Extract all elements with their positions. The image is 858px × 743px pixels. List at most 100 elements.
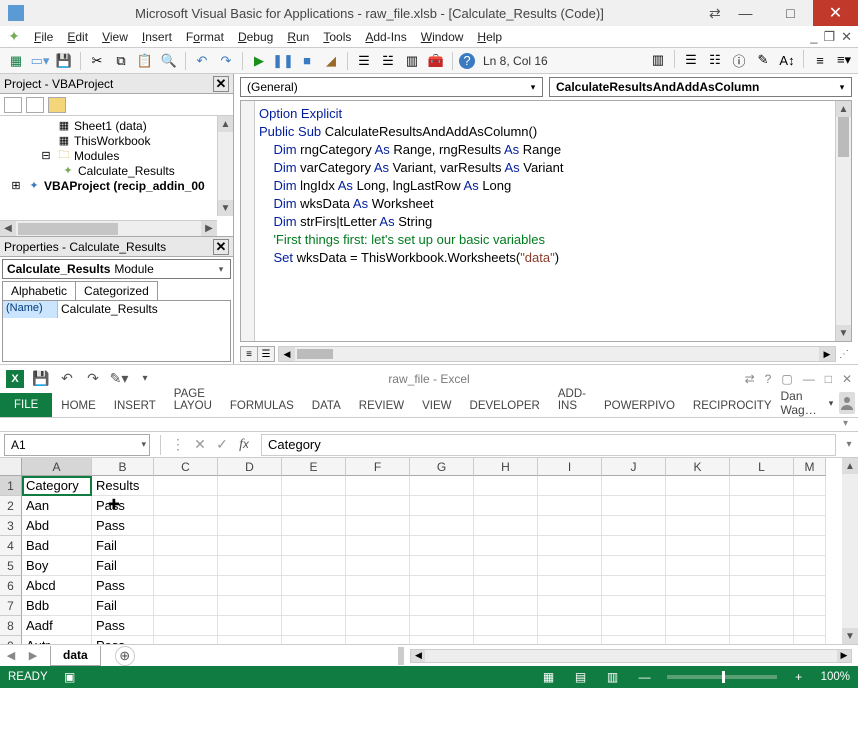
project-tree[interactable]: ▦Sheet1 (data) ▦ThisWorkbook ⊟🗀Modules ✦…: [0, 116, 233, 236]
cell[interactable]: [602, 616, 666, 636]
quick-info-icon[interactable]: ⓘ: [729, 50, 749, 70]
cell[interactable]: [474, 616, 538, 636]
mdi-minimize-button[interactable]: _: [810, 29, 817, 45]
cell[interactable]: [218, 496, 282, 516]
view-code-icon[interactable]: [4, 97, 22, 113]
ribbon-tab-data[interactable]: DATA: [303, 394, 350, 417]
cell[interactable]: [282, 496, 346, 516]
column-header[interactable]: G: [410, 458, 474, 476]
size-grip-icon[interactable]: ⋰: [836, 349, 852, 360]
scroll-right-icon[interactable]: ▶: [201, 221, 217, 236]
menu-view[interactable]: View: [96, 28, 136, 46]
project-panel-header[interactable]: Project - VBAProject ✕: [0, 74, 233, 94]
design-mode-icon[interactable]: ◢: [321, 51, 341, 71]
mdi-close-button[interactable]: ✕: [841, 29, 852, 45]
run-icon[interactable]: ▶: [249, 51, 269, 71]
undo-icon[interactable]: ↶: [192, 51, 212, 71]
cell[interactable]: [794, 496, 826, 516]
cell[interactable]: Pass: [92, 616, 154, 636]
cell[interactable]: [602, 556, 666, 576]
cell[interactable]: [218, 636, 282, 644]
ribbon-tab-file[interactable]: FILE: [0, 393, 52, 417]
avatar[interactable]: [839, 392, 855, 414]
scroll-left-icon[interactable]: ◀: [0, 221, 16, 236]
parameter-info-icon[interactable]: ✎: [753, 50, 773, 70]
indent-icon[interactable]: ≡: [810, 50, 830, 70]
cell[interactable]: [282, 576, 346, 596]
cell[interactable]: Pass: [92, 576, 154, 596]
sheet-tab-data[interactable]: data: [50, 646, 101, 666]
select-all-button[interactable]: [0, 458, 22, 476]
cell[interactable]: [346, 576, 410, 596]
cell[interactable]: [538, 476, 602, 496]
sheet-nav-last-icon[interactable]: ▶: [24, 647, 42, 665]
properties-tab-categorized[interactable]: Categorized: [75, 281, 158, 300]
scroll-right-icon[interactable]: ▶: [837, 650, 851, 662]
name-box[interactable]: A1 ▾: [4, 434, 150, 456]
zoom-out-icon[interactable]: —: [635, 670, 655, 684]
cell[interactable]: Fail: [92, 596, 154, 616]
cell[interactable]: [730, 496, 794, 516]
row-header[interactable]: 6: [0, 576, 22, 596]
view-object-icon[interactable]: [26, 97, 44, 113]
cell[interactable]: Aadf: [22, 616, 92, 636]
menu-tools[interactable]: Tools: [317, 28, 359, 46]
properties-object-combo[interactable]: Calculate_Results Module ▾: [2, 259, 231, 279]
cell[interactable]: [602, 516, 666, 536]
cell[interactable]: [794, 476, 826, 496]
cell[interactable]: [730, 536, 794, 556]
scroll-down-icon[interactable]: ▼: [836, 325, 851, 341]
view-pagebreak-icon[interactable]: ▥: [603, 670, 623, 684]
properties-grid[interactable]: (Name) Calculate_Results: [2, 300, 231, 362]
cell[interactable]: [538, 616, 602, 636]
excel-app-icon[interactable]: X: [6, 370, 24, 388]
ribbon-tab-formulas[interactable]: FORMULAS: [221, 394, 303, 417]
copy-icon[interactable]: ⧉: [111, 51, 131, 71]
cell[interactable]: [666, 576, 730, 596]
expand-formula-bar-icon[interactable]: ▾: [840, 439, 858, 450]
properties-tab-alphabetic[interactable]: Alphabetic: [2, 281, 76, 300]
cell[interactable]: [218, 616, 282, 636]
ribbon-tab-insert[interactable]: INSERT: [105, 394, 165, 417]
cell[interactable]: [218, 556, 282, 576]
project-node-addin[interactable]: VBAProject (recip_addin_00: [44, 179, 205, 193]
formula-input[interactable]: Category: [261, 434, 836, 456]
cell[interactable]: Category: [22, 476, 92, 496]
cancel-icon[interactable]: ✕: [189, 434, 211, 456]
ribbon-tab-review[interactable]: REVIEW: [350, 394, 413, 417]
cut-icon[interactable]: ✂: [87, 51, 107, 71]
list-properties-icon[interactable]: ☰: [681, 50, 701, 70]
chevron-down-icon[interactable]: ▾: [141, 439, 146, 450]
code-hscroll-thumb[interactable]: [297, 349, 333, 359]
properties-window-icon[interactable]: ☱: [378, 51, 398, 71]
menu-addins[interactable]: Add-Ins: [359, 28, 414, 46]
cell[interactable]: [794, 516, 826, 536]
cell[interactable]: [410, 556, 474, 576]
row-header[interactable]: 8: [0, 616, 22, 636]
cell[interactable]: [410, 516, 474, 536]
help-icon[interactable]: ?: [459, 53, 475, 69]
cell[interactable]: [602, 596, 666, 616]
cell[interactable]: [538, 556, 602, 576]
cell[interactable]: [602, 636, 666, 644]
zoom-slider-knob[interactable]: [722, 671, 725, 683]
row-header[interactable]: 2: [0, 496, 22, 516]
cell[interactable]: [346, 516, 410, 536]
more-icon[interactable]: ⋮: [167, 434, 189, 456]
cell[interactable]: [154, 576, 218, 596]
cell[interactable]: [282, 476, 346, 496]
code-editor[interactable]: Option ExplicitPublic Sub CalculateResul…: [240, 100, 852, 342]
cell[interactable]: [410, 496, 474, 516]
project-vscrollbar[interactable]: ▲ ▼: [217, 116, 233, 216]
collapse-icon[interactable]: ⊟: [38, 149, 54, 163]
cell[interactable]: [666, 476, 730, 496]
view-excel-icon[interactable]: ▦: [6, 51, 26, 71]
cell[interactable]: [730, 516, 794, 536]
cell[interactable]: Fail: [92, 556, 154, 576]
view-normal-icon[interactable]: ▦: [539, 670, 559, 684]
cell[interactable]: [154, 536, 218, 556]
zoom-slider[interactable]: [667, 675, 777, 679]
worksheet-grid[interactable]: ABCDEFGHIJKLM 123456789 CategoryResultsA…: [0, 458, 858, 644]
cell[interactable]: [666, 536, 730, 556]
cell[interactable]: [602, 576, 666, 596]
